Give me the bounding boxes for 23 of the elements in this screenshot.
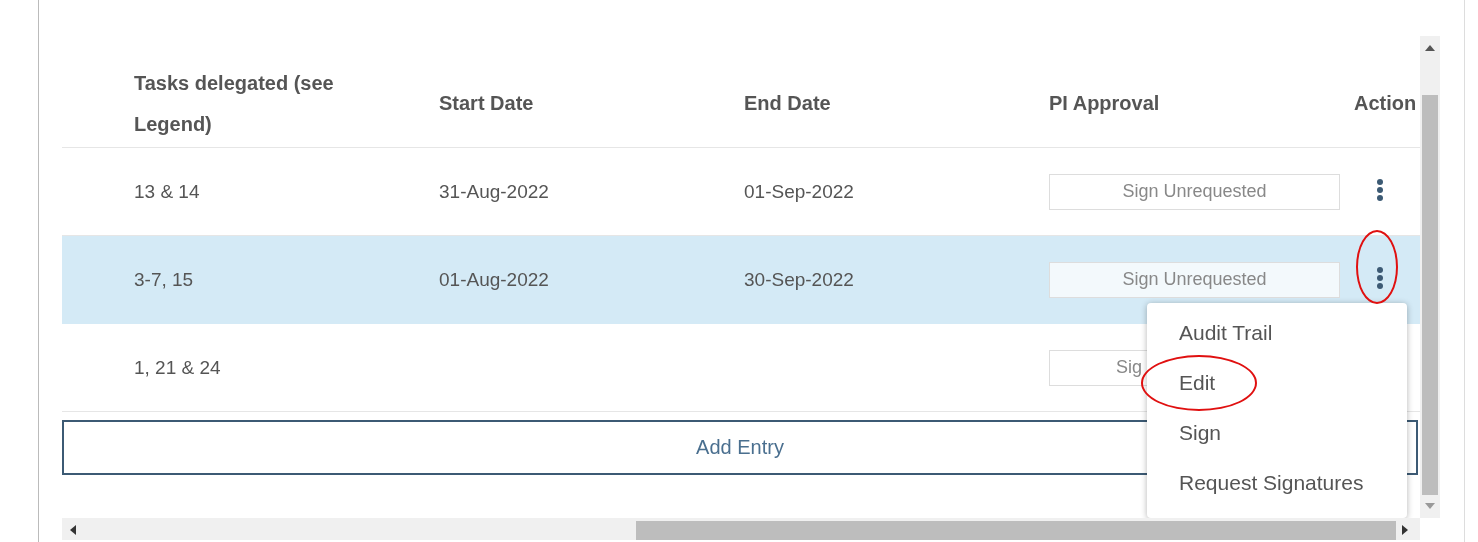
table-cell-text: 1, 21 & 24 — [134, 356, 222, 379]
menu-item[interactable]: Sign — [1179, 421, 1222, 445]
table-cell-text: 31-Aug-2022 — [439, 180, 550, 203]
approval-status-field[interactable]: Sign Unrequested — [1049, 173, 1340, 210]
up-arrow-icon[interactable] — [1425, 45, 1435, 51]
left-arrow-icon[interactable] — [70, 525, 76, 535]
right-arrow-icon[interactable] — [1402, 525, 1408, 535]
column-header: PI Approval — [1049, 91, 1161, 116]
table-cell-text: 01-Sep-2022 — [744, 180, 855, 203]
column-header: Tasks delegated (see Legend) — [134, 70, 335, 137]
menu-item[interactable]: Audit Trail — [1179, 321, 1273, 345]
column-header: Start Date — [439, 91, 535, 116]
kebab-icon[interactable] — [1376, 265, 1384, 290]
table-cell-text: 3-7, 15 — [134, 268, 195, 291]
kebab-icon[interactable] — [1376, 177, 1384, 202]
column-header: Action — [1354, 91, 1418, 116]
table-cell-text: 01-Aug-2022 — [439, 268, 550, 291]
table-cell-text: 30-Sep-2022 — [744, 268, 855, 291]
column-header: End Date — [744, 91, 832, 116]
menu-item[interactable]: Edit — [1179, 371, 1216, 395]
horizontal-scrollbar[interactable] — [62, 518, 1420, 540]
table-cell-text: 13 & 14 — [134, 180, 201, 203]
vertical-scrollbar[interactable] — [1420, 36, 1440, 518]
